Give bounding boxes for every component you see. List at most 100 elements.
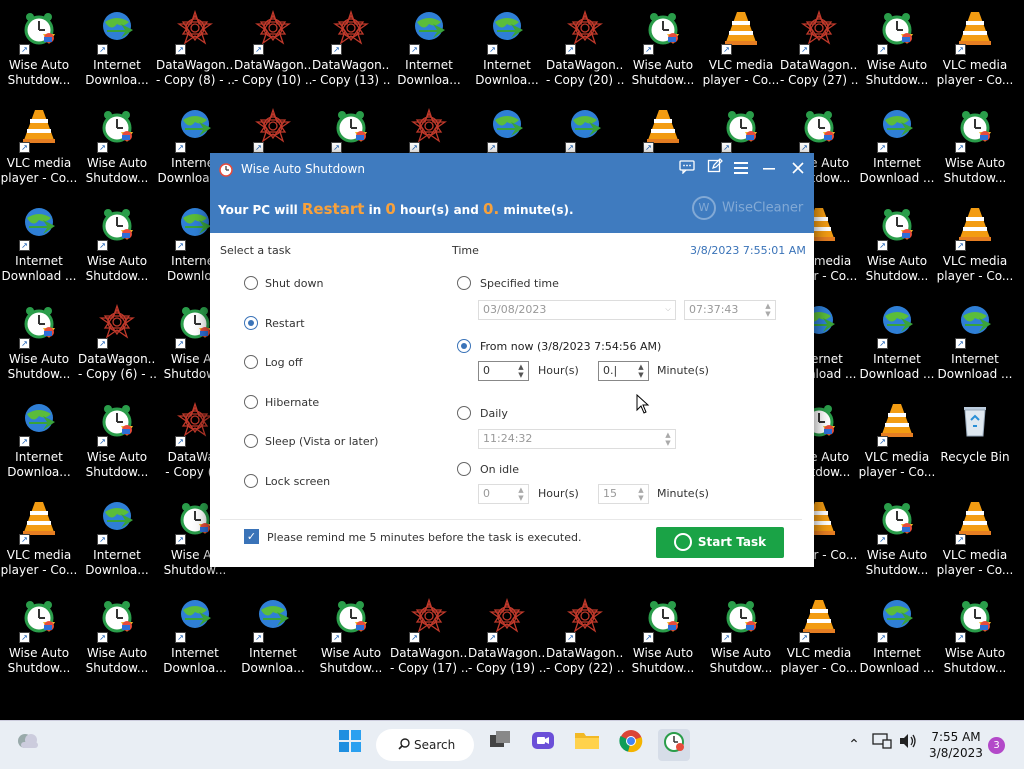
desktop-icon-dw[interactable]: ↗ DataWagon.... - Copy (20) ... xyxy=(546,6,624,102)
desktop-icon-wise[interactable]: ↗ Wise Auto Shutdow... xyxy=(312,594,390,690)
desktop-icon-idm[interactable]: ↗ Internet Download ... xyxy=(936,300,1014,396)
radio-from-now[interactable] xyxy=(457,339,471,353)
desktop-icon-wise[interactable]: ↗ Wise Auto Shutdow... xyxy=(624,594,702,690)
desktop-icon-wise[interactable]: ↗ Wise Auto Shutdow... xyxy=(624,6,702,102)
spin-arrows-icon[interactable]: ▲ ▼ xyxy=(636,363,646,379)
radio-task-5[interactable] xyxy=(244,474,258,488)
desktop-icon-idm[interactable]: ↗ Internet Download ... xyxy=(858,300,936,396)
desktop-icon-wise[interactable]: ↗ Wise Auto Shutdow... xyxy=(78,104,156,200)
shortcut-arrow-icon: ↗ xyxy=(877,632,888,643)
start-task-button[interactable]: Start Task xyxy=(656,527,784,558)
menu-icon[interactable] xyxy=(730,158,752,180)
desktop-icon-idm[interactable]: ↗ Internet Downloa... xyxy=(390,6,468,102)
title-bar[interactable]: Wise Auto Shutdown xyxy=(210,153,814,186)
desktop-icon-dw[interactable]: ↗ DataWagon.... - Copy (19) ... xyxy=(468,594,546,690)
desktop-icon-vlc[interactable]: ↗ VLC media player - Co... xyxy=(936,202,1014,298)
desktop-icon-dw[interactable]: ↗ DataWagon.... - Copy (6) - ... xyxy=(78,300,156,396)
wise-auto-shutdown-taskbar-icon[interactable] xyxy=(658,729,690,761)
task-view-icon[interactable] xyxy=(484,729,516,761)
desktop-icon-label: Wise Auto Shutdow... xyxy=(7,646,71,675)
desktop-icon-dw[interactable]: ↗ DataWagon.... - Copy (22) ... xyxy=(546,594,624,690)
desktop-icon-wise[interactable]: ↗ Wise Auto Shutdow... xyxy=(0,6,78,102)
taskbar-search[interactable]: Search xyxy=(376,729,474,761)
shortcut-arrow-icon: ↗ xyxy=(721,142,732,153)
desktop-icon-wise[interactable]: ↗ Wise Auto Shutdow... xyxy=(936,594,1014,690)
radio-task-0[interactable] xyxy=(244,276,258,290)
wise-icon xyxy=(879,500,915,536)
radio-task-2[interactable] xyxy=(244,355,258,369)
desktop-icon-wise[interactable]: ↗ Wise Auto Shutdow... xyxy=(702,594,780,690)
spin-arrows-icon[interactable]: ▲ ▼ xyxy=(763,302,773,318)
desktop-icon-idm[interactable]: ↗ Internet Download ... xyxy=(858,104,936,200)
desktop-icon-idm[interactable]: ↗ Internet Downloa... xyxy=(234,594,312,690)
desktop-icon-dw[interactable]: ↗ DataWagon.... - Copy (10) ... xyxy=(234,6,312,102)
radio-task-4[interactable] xyxy=(244,434,258,448)
desktop-icon-idm[interactable]: ↗ Internet Downloa... xyxy=(78,496,156,592)
desktop-icon-vlc[interactable]: ↗ VLC media player - Co... xyxy=(0,104,78,200)
spin-arrows-icon[interactable]: ▲ ▼ xyxy=(516,363,526,379)
desktop-icon-vlc[interactable]: ↗ VLC media player - Co... xyxy=(0,496,78,592)
feedback-icon[interactable] xyxy=(676,158,698,180)
desktop-icon-idm[interactable]: ↗ Internet Download ... xyxy=(0,202,78,298)
edit-icon[interactable] xyxy=(704,158,726,180)
taskbar-clock[interactable]: 7:55 AM 3/8/2023 xyxy=(926,729,986,761)
spin-arrows-icon[interactable]: ▲ ▼ xyxy=(516,486,526,502)
desktop-icon-wise[interactable]: ↗ Wise Auto Shutdow... xyxy=(936,104,1014,200)
specified-time-field[interactable]: 07:37:43 ▲ ▼ xyxy=(684,300,776,320)
specified-date-field[interactable]: 03/08/2023 ⌵ xyxy=(478,300,676,320)
radio-task-1[interactable] xyxy=(244,316,258,330)
close-icon[interactable] xyxy=(787,158,809,180)
from-now-hours-field[interactable]: 0 ▲ ▼ xyxy=(478,361,529,381)
radio-task-3[interactable] xyxy=(244,395,258,409)
chevron-down-icon[interactable]: ⌵ xyxy=(663,305,673,313)
desktop-icon-vlc[interactable]: ↗ VLC media player - Co... xyxy=(780,594,858,690)
from-now-minutes-field[interactable]: 0.| ▲ ▼ xyxy=(598,361,649,381)
desktop-icon-idm[interactable]: ↗ Internet Downloa... xyxy=(0,398,78,494)
desktop-icon-dw[interactable]: ↗ DataWagon.... - Copy (17) ... xyxy=(390,594,468,690)
start-icon[interactable] xyxy=(334,729,366,761)
weather-icon[interactable] xyxy=(12,729,44,761)
wise-icon xyxy=(177,304,213,340)
file-explorer-icon[interactable] xyxy=(571,729,603,761)
remind-checkbox[interactable]: ✓ xyxy=(244,529,259,544)
desktop-icon-label: Wise Auto Shutdow... xyxy=(7,352,71,381)
desktop-icon-vlc[interactable]: ↗ VLC media player - Co... xyxy=(936,496,1014,592)
desktop-icon-vlc[interactable]: ↗ VLC media player - Co... xyxy=(702,6,780,102)
on-idle-hours-field[interactable]: 0 ▲ ▼ xyxy=(478,484,529,504)
radio-daily[interactable] xyxy=(457,406,471,420)
desktop-icon-wise[interactable]: ↗ Wise Auto Shutdow... xyxy=(858,202,936,298)
chrome-icon[interactable] xyxy=(615,729,647,761)
radio-specified-time[interactable] xyxy=(457,276,471,290)
spin-arrows-icon[interactable]: ▲ ▼ xyxy=(636,486,646,502)
spin-arrows-icon[interactable]: ▲ ▼ xyxy=(663,431,673,447)
wise-icon xyxy=(801,108,837,144)
desktop-icon-idm[interactable]: ↗ Internet Downloa... xyxy=(156,594,234,690)
desktop-icon-dw[interactable]: ↗ DataWagon.... - Copy (13) ... xyxy=(312,6,390,102)
desktop-icon-idm[interactable]: ↗ Internet Download ... xyxy=(858,594,936,690)
desktop-icon-wise[interactable]: ↗ Wise Auto Shutdow... xyxy=(0,594,78,690)
desktop-icon-wise[interactable]: ↗ Wise Auto Shutdow... xyxy=(858,6,936,102)
shortcut-arrow-icon: ↗ xyxy=(175,436,186,447)
on-idle-minutes-field[interactable]: 15 ▲ ▼ xyxy=(598,484,649,504)
desktop-icon-idm[interactable]: ↗ Internet Downloa... xyxy=(78,6,156,102)
desktop-icon-idm[interactable]: ↗ Internet Downloa... xyxy=(468,6,546,102)
desktop-icon-vlc[interactable]: ↗ VLC media player - Co... xyxy=(858,398,936,494)
minimize-icon[interactable] xyxy=(758,158,780,180)
desktop-icon-dw[interactable]: ↗ DataWagon.... - Copy (27) ... xyxy=(780,6,858,102)
desktop-icon-wise[interactable]: ↗ Wise Auto Shutdow... xyxy=(0,300,78,396)
desktop-icon-vlc[interactable]: ↗ VLC media player - Co... xyxy=(936,6,1014,102)
desktop-icon-bin[interactable]: Recycle Bin xyxy=(936,398,1014,494)
banner-minutes-unit: minute(s). xyxy=(503,203,574,217)
notification-badge[interactable]: 3 xyxy=(988,737,1005,754)
daily-time-field[interactable]: 11:24:32 ▲ ▼ xyxy=(478,429,676,449)
desktop-icon-wise[interactable]: ↗ Wise Auto Shutdow... xyxy=(78,202,156,298)
wise-icon xyxy=(99,598,135,634)
volume-icon[interactable] xyxy=(892,729,924,761)
radio-on-idle[interactable] xyxy=(457,462,471,476)
desktop-icon-wise[interactable]: ↗ Wise Auto Shutdow... xyxy=(78,398,156,494)
desktop-icon-wise[interactable]: ↗ Wise Auto Shutdow... xyxy=(78,594,156,690)
chat-icon[interactable] xyxy=(527,729,559,761)
shortcut-arrow-icon: ↗ xyxy=(409,632,420,643)
desktop-icon-wise[interactable]: ↗ Wise Auto Shutdow... xyxy=(858,496,936,592)
desktop-icon-dw[interactable]: ↗ DataWagon.... - Copy (8) - ... xyxy=(156,6,234,102)
